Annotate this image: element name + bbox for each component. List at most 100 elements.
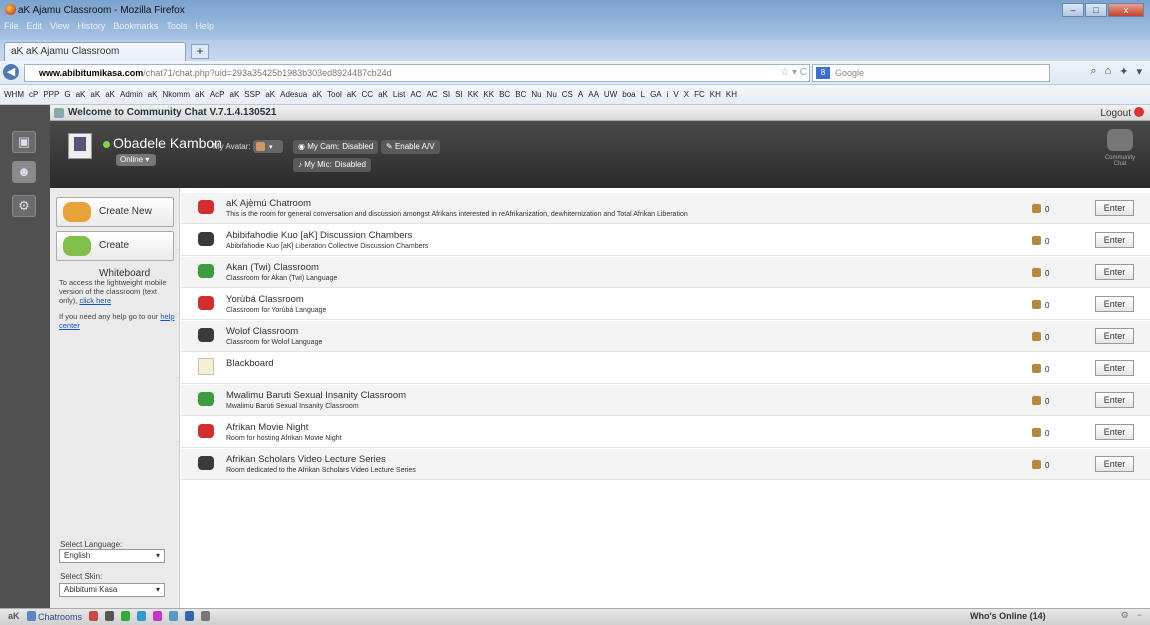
enter-room-button[interactable]: Enter <box>1095 360 1134 376</box>
bookmark-item[interactable]: KH <box>726 90 737 99</box>
enable-av-button[interactable]: ✎ Enable A/V <box>381 140 440 154</box>
bookmark-item[interactable]: aK <box>195 90 205 99</box>
room-row[interactable]: Abibifahodie Kuo [aK] Discussion Chamber… <box>181 225 1150 256</box>
close-window-button[interactable]: x <box>1108 3 1144 17</box>
minimize-bar-icon[interactable]: − <box>1137 610 1142 621</box>
bookmark-item[interactable]: aK <box>105 90 115 99</box>
facebook-icon[interactable] <box>185 611 195 621</box>
gear-icon[interactable]: ⚙ <box>1121 610 1129 621</box>
bookmark-item[interactable]: aK <box>230 90 240 99</box>
ak-brand[interactable]: aK <box>8 611 20 622</box>
room-row[interactable]: Blackboard 0 Enter <box>181 353 1150 384</box>
room-row[interactable]: aK Ajẹ̀mú Chatroom This is the room for g… <box>181 193 1150 224</box>
bookmark-item[interactable]: aK <box>90 90 100 99</box>
bookmark-item[interactable]: AC <box>410 90 421 99</box>
bookmark-item[interactable]: CC <box>362 90 374 99</box>
bookmark-item[interactable]: BC <box>499 90 510 99</box>
bookmark-item[interactable]: PPP <box>43 90 59 99</box>
mic-toggle[interactable]: ♪ My Mic: Disabled <box>293 158 371 172</box>
bookmark-item[interactable]: Tool <box>327 90 342 99</box>
tree-icon[interactable] <box>105 611 115 621</box>
new-tab-button[interactable]: + <box>191 44 209 59</box>
browser-tab[interactable]: aK aK Ajamu Classroom <box>4 42 186 61</box>
menu-file[interactable]: File <box>4 21 19 31</box>
menu-tools[interactable]: Tools <box>166 21 187 31</box>
tools-icon[interactable] <box>201 611 211 621</box>
logout-button[interactable]: Logout <box>1100 107 1144 119</box>
menu-icon[interactable]: ▾ <box>1136 65 1142 78</box>
bookmark-item[interactable]: CS <box>562 90 573 99</box>
bookmark-item[interactable]: Nu <box>531 90 541 99</box>
room-row[interactable]: Mwalimu Baruti Sexual Insanity Classroom… <box>181 385 1150 416</box>
upload-icon[interactable] <box>137 611 147 621</box>
bookmark-item[interactable]: Nkomm <box>162 90 190 99</box>
bookmark-item[interactable]: WHM <box>4 90 24 99</box>
bookmark-item[interactable]: boa <box>622 90 635 99</box>
bookmark-item[interactable]: G <box>64 90 70 99</box>
menu-bookmarks[interactable]: Bookmarks <box>113 21 158 31</box>
bookmark-item[interactable]: A <box>578 90 583 99</box>
whos-online-button[interactable]: Who's Online (14) <box>970 611 1046 621</box>
enter-room-button[interactable]: Enter <box>1095 264 1134 280</box>
enter-room-button[interactable]: Enter <box>1095 232 1134 248</box>
bookmark-item[interactable]: AC <box>426 90 437 99</box>
back-arrow-icon[interactable]: ◀ <box>3 64 19 80</box>
bookmark-item[interactable]: GA <box>650 90 662 99</box>
skin-select[interactable]: Abibitumi Kasa <box>59 583 165 597</box>
room-row[interactable]: Wolof Classroom Classroom for Wolof Langu… <box>181 321 1150 352</box>
bookmark-item[interactable]: aK <box>265 90 275 99</box>
enter-room-button[interactable]: Enter <box>1095 328 1134 344</box>
users-tool-icon[interactable] <box>89 611 99 621</box>
room-row[interactable]: Akan (Twi) Classroom Classroom for Akan (… <box>181 257 1150 288</box>
image-icon[interactable] <box>153 611 163 621</box>
menu-history[interactable]: History <box>77 21 105 31</box>
language-select[interactable]: English <box>59 549 165 563</box>
maximize-button[interactable]: □ <box>1085 3 1107 17</box>
enter-room-button[interactable]: Enter <box>1095 456 1134 472</box>
enter-room-button[interactable]: Enter <box>1095 200 1134 216</box>
menu-view[interactable]: View <box>50 21 69 31</box>
bookmark-item[interactable]: FC <box>694 90 705 99</box>
bookmark-item[interactable]: SSP <box>244 90 260 99</box>
menu-edit[interactable]: Edit <box>27 21 43 31</box>
home-icon[interactable]: ⌂ <box>1105 65 1112 78</box>
bookmark-item[interactable]: V <box>673 90 678 99</box>
save-icon[interactable] <box>121 611 131 621</box>
bookmark-item[interactable]: cP <box>29 90 38 99</box>
url-bar[interactable]: www.abibitumikasa.com/chat71/chat.php?ui… <box>24 64 810 82</box>
bookmark-item[interactable]: UW <box>604 90 617 99</box>
bookmark-item[interactable]: BC <box>515 90 526 99</box>
create-whiteboard-button[interactable]: Create Whiteboard <box>56 231 174 279</box>
room-row[interactable]: Yorùbá Classroom Classroom for Yorùbá Lan… <box>181 289 1150 320</box>
enter-room-button[interactable]: Enter <box>1095 296 1134 312</box>
bookmark-item[interactable]: X <box>684 90 689 99</box>
bookmark-item[interactable]: aK <box>76 90 86 99</box>
status-dropdown[interactable]: Online ▾ <box>116 154 156 166</box>
chat-icon[interactable]: ▣ <box>12 131 36 153</box>
bookmark-item[interactable]: L <box>641 90 645 99</box>
gear-icon[interactable]: ⚙ <box>12 195 36 217</box>
bookmark-item[interactable]: KH <box>710 90 721 99</box>
bookmark-item[interactable]: aK <box>312 90 322 99</box>
addon-icon[interactable]: ✦ <box>1119 65 1128 78</box>
bookmark-item[interactable]: Adesua <box>280 90 307 99</box>
bookmark-item[interactable]: Nu <box>547 90 557 99</box>
bookmark-item[interactable]: SI <box>443 90 451 99</box>
bookmark-star-icon[interactable]: ☆ ▾ C <box>780 65 807 81</box>
room-row[interactable]: Afrikan Movie Night Room for hosting Afri… <box>181 417 1150 448</box>
cam-toggle[interactable]: ◉ My Cam: Disabled <box>293 140 379 154</box>
avatar[interactable] <box>68 133 92 159</box>
bookmark-item[interactable]: SI <box>455 90 463 99</box>
bookmark-item[interactable]: aK <box>148 90 158 99</box>
bookmark-item[interactable]: KK <box>483 90 494 99</box>
users-icon[interactable]: ☻ <box>12 161 36 183</box>
chatrooms-button[interactable]: Chatrooms <box>26 611 82 622</box>
minimize-button[interactable]: – <box>1062 3 1084 17</box>
search-icon[interactable]: ⌕ <box>1090 65 1096 78</box>
bookmark-item[interactable]: Admin <box>120 90 143 99</box>
menu-help[interactable]: Help <box>195 21 214 31</box>
bookmark-item[interactable]: AA <box>588 90 599 99</box>
room-row[interactable]: Afrikan Scholars Video Lecture Series Roo… <box>181 449 1150 480</box>
bookmark-item[interactable]: AcP <box>210 90 225 99</box>
bookmark-item[interactable]: List <box>393 90 405 99</box>
